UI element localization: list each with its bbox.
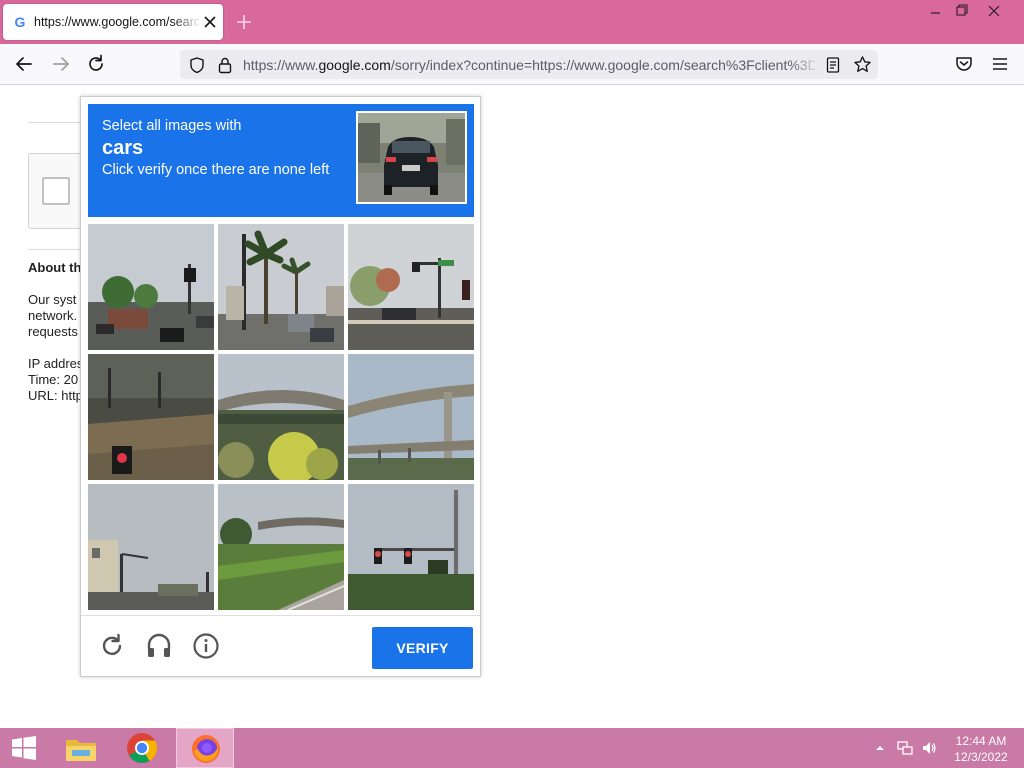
taskbar-clock[interactable]: 12:44 AM 12/3/2022 [948,733,1014,765]
chrome-icon [127,733,158,764]
browser-nav-bar: https://www.google.com/sorry/index?conti… [0,44,1024,85]
verify-button[interactable]: VERIFY [372,627,473,669]
captcha-tile[interactable] [218,484,344,610]
reload-challenge-icon[interactable] [97,631,127,661]
taskbar-chrome[interactable] [114,728,172,768]
audio-challenge-headphones-icon[interactable] [144,631,174,661]
close-window-icon[interactable] [982,2,1006,20]
address-bar[interactable]: https://www.google.com/sorry/index?conti… [180,50,878,79]
minimize-window-icon[interactable] [926,4,946,18]
volume-speaker-icon[interactable] [921,740,937,756]
captcha-tile[interactable] [88,484,214,610]
captcha-tile[interactable] [218,354,344,480]
instruction-subtext: Click verify once there are none left [102,162,330,178]
windows-taskbar: 12:44 AM 12/3/2022 [0,728,1024,768]
captcha-tile[interactable] [348,484,474,610]
target-object-label: cars [102,137,144,159]
divider [28,249,88,250]
captcha-challenge-dialog: Select all images with cars Click verify… [80,96,481,677]
browser-tab-bar: G https://www.google.com/search?client [0,0,1024,44]
recaptcha-checkbox[interactable] [42,177,70,205]
footer-divider [81,615,480,616]
taskbar-file-explorer[interactable] [52,728,110,768]
captcha-instructions-header: Select all images with cars Click verify… [88,104,474,217]
page-text-line: URL: http [28,388,83,403]
url-text[interactable]: https://www.google.com/sorry/index?conti… [243,57,815,73]
windows-logo-icon [12,736,36,760]
captcha-tile[interactable] [348,224,474,350]
taskbar-firefox[interactable] [176,728,234,768]
browser-tab-active[interactable]: G https://www.google.com/search?client [3,4,223,40]
show-hidden-icons-chevron-up-icon[interactable] [874,742,886,754]
tracking-shield-icon[interactable] [188,56,206,74]
lock-icon[interactable] [217,56,233,74]
page-text-line: network. [28,308,78,323]
captcha-tile[interactable] [348,354,474,480]
page-text-line: Our syst [28,292,77,307]
google-favicon-icon: G [14,14,26,30]
pocket-icon[interactable] [953,53,975,75]
about-heading: About th [28,260,82,275]
firefox-icon [192,735,220,763]
hamburger-menu-icon[interactable] [989,53,1011,75]
info-help-icon[interactable] [191,631,221,661]
restore-window-icon[interactable] [952,2,972,18]
clock-date: 12/3/2022 [954,750,1008,764]
page-text-line: IP addres [28,356,84,371]
bookmark-star-icon[interactable] [853,55,872,74]
reader-view-icon[interactable] [825,56,841,74]
start-button[interactable] [0,728,58,768]
forward-arrow-icon[interactable] [50,53,72,75]
page-text-line: requests [28,324,78,339]
clock-time: 12:44 AM [955,734,1007,748]
close-tab-icon[interactable] [201,13,219,31]
example-car-image [356,111,467,204]
captcha-tile[interactable] [218,224,344,350]
divider [28,122,88,123]
new-tab-plus-icon[interactable] [234,12,254,32]
captcha-tile[interactable] [88,354,214,480]
recaptcha-checkbox-widget [28,153,88,229]
network-icon[interactable] [897,740,913,756]
captcha-tile[interactable] [88,224,214,350]
reload-icon[interactable] [85,53,107,75]
instruction-text: Select all images with [102,118,242,134]
folder-icon [66,740,96,761]
page-text-line: Time: 20 [28,372,79,387]
back-arrow-icon[interactable] [13,53,35,75]
